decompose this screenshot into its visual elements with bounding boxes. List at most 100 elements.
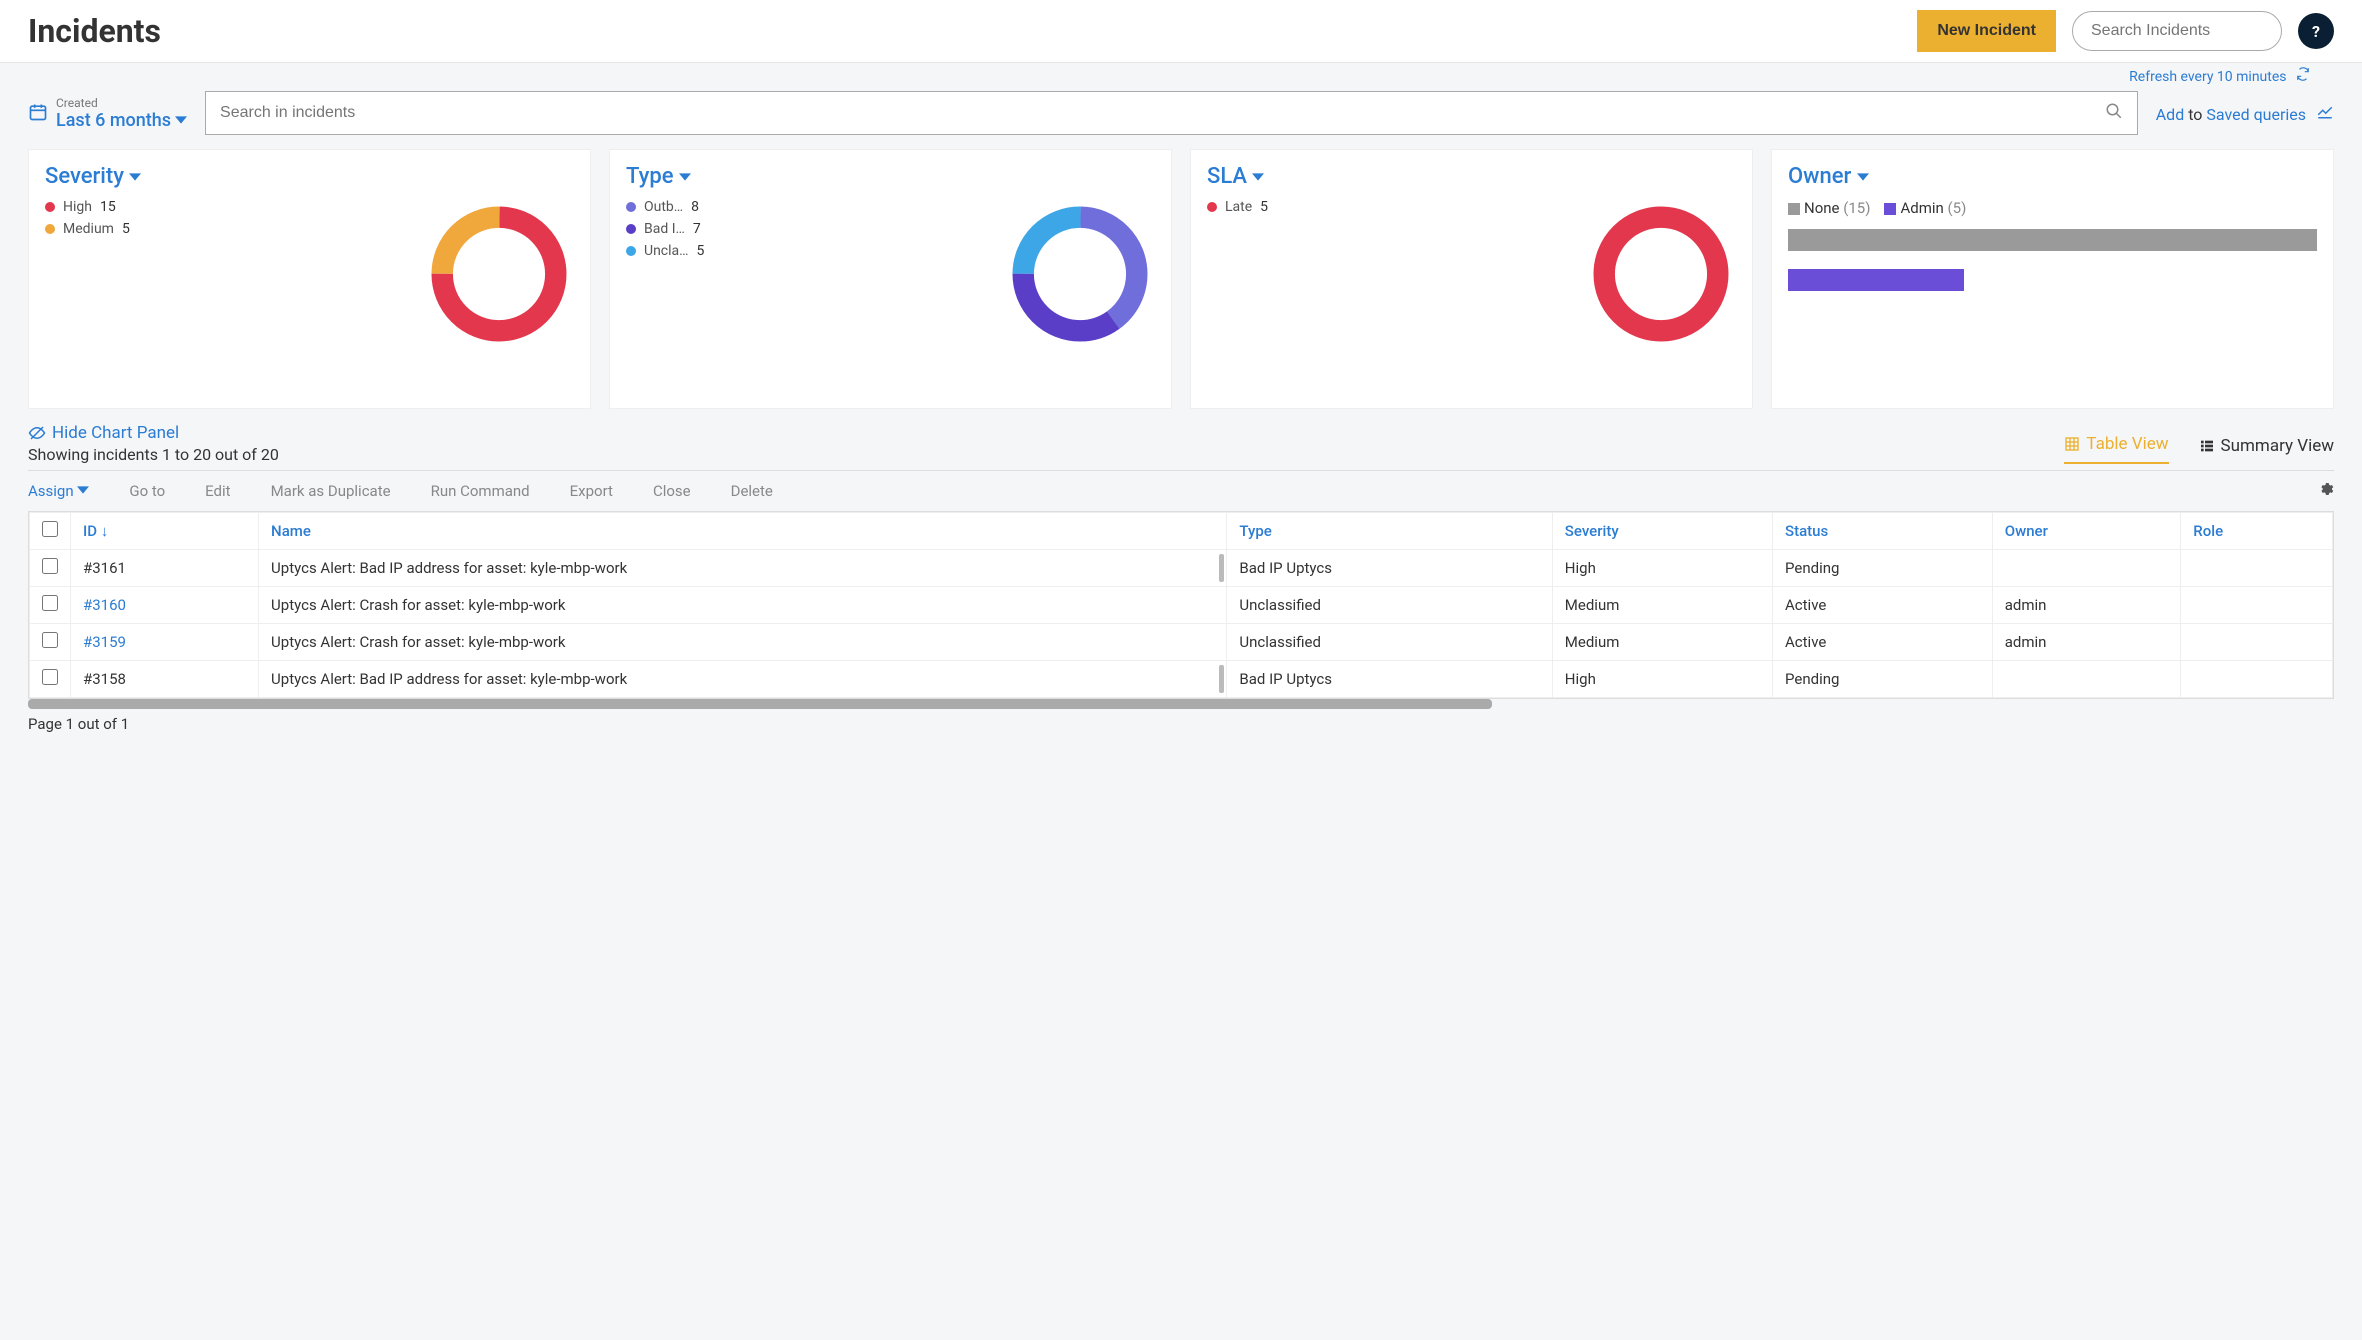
row-checkbox[interactable] (42, 595, 58, 611)
calendar-icon (28, 102, 48, 126)
table-row[interactable]: #3160Uptycs Alert: Crash for asset: kyle… (30, 587, 2333, 624)
row-name: Uptycs Alert: Bad IP address for asset: … (259, 661, 1227, 698)
type-title[interactable]: Type (626, 164, 1155, 189)
row-role (2181, 661, 2333, 698)
refresh-icon[interactable] (2296, 67, 2310, 85)
legend-item[interactable]: Uncla… 5 (626, 243, 736, 259)
incidents-table: ID ↓ Name Type Severity Status Owner Rol… (28, 511, 2334, 699)
page-title: Incidents (28, 12, 161, 50)
caret-down-icon (175, 110, 187, 131)
new-incident-button[interactable]: New Incident (1917, 10, 2056, 52)
chart-icon[interactable] (2316, 105, 2334, 124)
legend-count: 5 (697, 243, 705, 259)
row-checkbox[interactable] (42, 632, 58, 648)
row-checkbox[interactable] (42, 558, 58, 574)
summary-view-tab[interactable]: Summary View (2199, 436, 2334, 464)
horizontal-scrollbar[interactable] (28, 699, 1492, 709)
legend-dot (45, 224, 55, 234)
severity-card: Severity High 15 Medium5 (28, 149, 591, 409)
search-in-incidents-input[interactable] (220, 102, 2105, 124)
legend-label: Bad I… (644, 221, 685, 237)
legend-count: 7 (693, 221, 701, 237)
row-owner (1992, 661, 2181, 698)
legend-label: Late (1225, 199, 1252, 215)
legend-label: High (63, 199, 92, 215)
legend-item[interactable]: Medium5 (45, 221, 155, 237)
legend-dot (1207, 202, 1217, 212)
row-type: Unclassified (1227, 624, 1552, 661)
row-status: Active (1773, 587, 1993, 624)
legend-item[interactable]: Outb… 8 (626, 199, 736, 215)
col-type[interactable]: Type (1227, 513, 1552, 550)
sla-donut (1586, 199, 1736, 349)
hide-chart-panel-button[interactable]: Hide Chart Panel (28, 423, 279, 443)
gear-icon[interactable] (2318, 481, 2334, 501)
col-role[interactable]: Role (2181, 513, 2333, 550)
row-id[interactable]: #3158 (71, 661, 259, 698)
col-id[interactable]: ID ↓ (71, 513, 259, 550)
legend-dot (626, 202, 636, 212)
col-name[interactable]: Name (259, 513, 1227, 550)
row-severity: High (1552, 661, 1772, 698)
legend-item[interactable]: Bad I… 7 (626, 221, 736, 237)
col-owner[interactable]: Owner (1992, 513, 2181, 550)
row-id[interactable]: #3161 (71, 550, 259, 587)
help-icon[interactable]: ? (2298, 13, 2334, 49)
table-row[interactable]: #3159Uptycs Alert: Crash for asset: kyle… (30, 624, 2333, 661)
table-row[interactable]: #3161Uptycs Alert: Bad IP address for as… (30, 550, 2333, 587)
duplicate-action[interactable]: Mark as Duplicate (271, 482, 391, 500)
legend-count: 5 (122, 221, 130, 237)
row-type: Unclassified (1227, 587, 1552, 624)
search-in-incidents-container (205, 91, 2138, 135)
table-view-tab[interactable]: Table View (2064, 434, 2168, 464)
owner-title[interactable]: Owner (1788, 164, 2317, 189)
row-owner: admin (1992, 624, 2181, 661)
row-id[interactable]: #3160 (71, 587, 259, 624)
close-action[interactable]: Close (653, 482, 691, 500)
owner-legend-item[interactable]: Admin (5) (1884, 199, 1966, 217)
search-icon[interactable] (2105, 102, 2123, 124)
run-command-action[interactable]: Run Command (431, 482, 530, 500)
legend-item[interactable]: Late 5 (1207, 199, 1317, 215)
owner-legend-item[interactable]: None (15) (1788, 199, 1870, 217)
select-all-checkbox[interactable] (42, 521, 58, 537)
row-checkbox[interactable] (42, 669, 58, 685)
row-name: Uptycs Alert: Bad IP address for asset: … (259, 550, 1227, 587)
page-header: Incidents New Incident ? (0, 0, 2362, 63)
delete-action[interactable]: Delete (731, 482, 773, 500)
refresh-interval-link[interactable]: Refresh every 10 minutes (2129, 69, 2286, 85)
col-severity[interactable]: Severity (1552, 513, 1772, 550)
row-status: Pending (1773, 550, 1993, 587)
saved-queries-link[interactable]: Saved queries (2206, 105, 2306, 124)
row-owner: admin (1992, 587, 2181, 624)
row-type: Bad IP Uptycs (1227, 661, 1552, 698)
row-role (2181, 587, 2333, 624)
row-id[interactable]: #3159 (71, 624, 259, 661)
owner-bar (1788, 229, 2317, 251)
created-filter[interactable]: Created Last 6 months (28, 96, 187, 131)
sla-title[interactable]: SLA (1207, 164, 1736, 189)
search-incidents-input[interactable] (2072, 11, 2282, 51)
owner-bar (1788, 269, 1964, 291)
legend-dot (626, 246, 636, 256)
saved-queries: Add to Saved queries (2156, 102, 2334, 124)
assign-action[interactable]: Assign (28, 482, 89, 500)
legend-item[interactable]: High 15 (45, 199, 155, 215)
goto-action[interactable]: Go to (129, 482, 165, 500)
legend-label: Uncla… (644, 243, 689, 259)
edit-action[interactable]: Edit (205, 482, 230, 500)
table-row[interactable]: #3158Uptycs Alert: Bad IP address for as… (30, 661, 2333, 698)
col-status[interactable]: Status (1773, 513, 1993, 550)
row-type: Bad IP Uptycs (1227, 550, 1552, 587)
legend-count: 5 (1260, 199, 1268, 215)
legend-label: Outb… (644, 199, 683, 215)
severity-title[interactable]: Severity (45, 164, 574, 189)
add-link[interactable]: Add (2156, 105, 2184, 124)
row-name: Uptycs Alert: Crash for asset: kyle-mbp-… (259, 624, 1227, 661)
legend-count: 8 (691, 199, 699, 215)
export-action[interactable]: Export (570, 482, 613, 500)
legend-count: 15 (100, 199, 116, 215)
row-role (2181, 550, 2333, 587)
legend-dot (45, 202, 55, 212)
row-severity: Medium (1552, 624, 1772, 661)
